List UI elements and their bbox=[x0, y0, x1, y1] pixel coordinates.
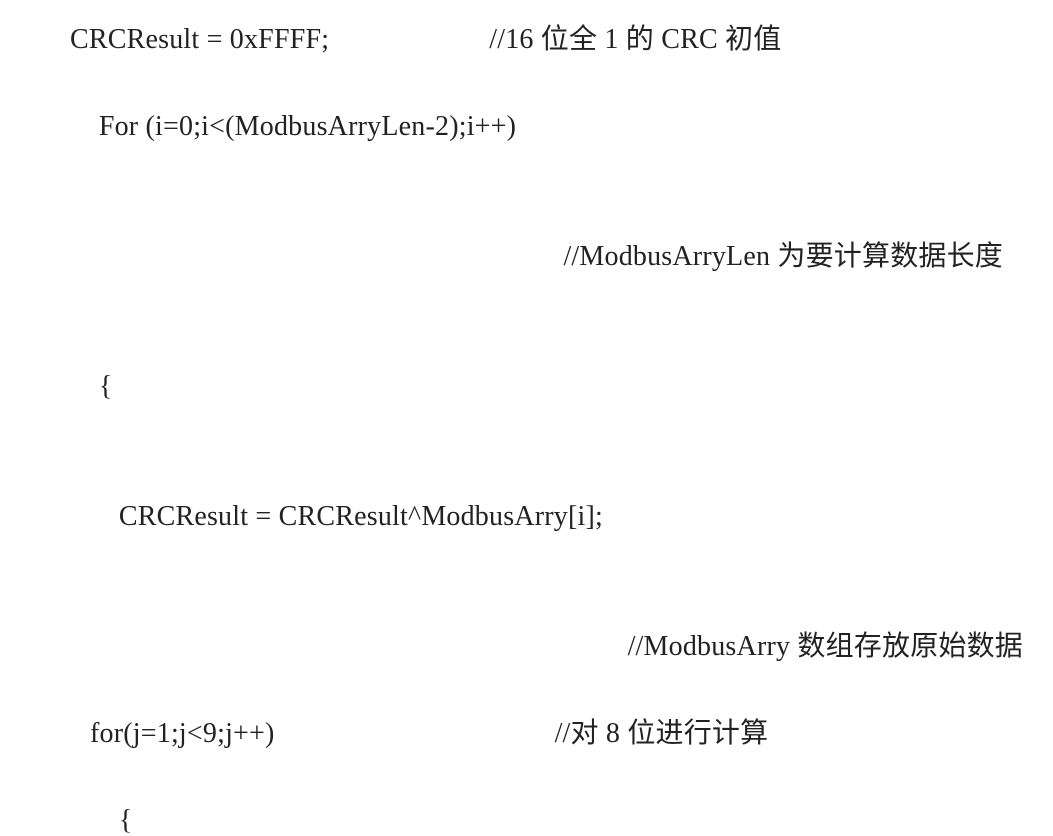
code-line-5: CRCResult = CRCResult^ModbusArry[i]; bbox=[10, 452, 1043, 582]
code-text: For (i=0;i<(ModbusArryLen-2);i++) bbox=[99, 111, 516, 142]
code-line-4: { bbox=[10, 322, 1043, 452]
code-line-2: For (i=0;i<(ModbusArryLen-2);i++) bbox=[10, 61, 1043, 191]
code-text: for(j=1;j<9;j++) bbox=[90, 712, 275, 755]
code-line-6: //ModbusArry 数组存放原始数据 bbox=[10, 582, 1043, 712]
code-line-3: //ModbusArryLen 为要计算数据长度 bbox=[10, 192, 1043, 322]
code-line-7: for(j=1;j<9;j++) //对 8 位进行计算 bbox=[10, 712, 1043, 755]
code-text: CRCResult = CRCResult^ModbusArry[i]; bbox=[119, 501, 603, 532]
code-text: CRCResult = 0xFFFF; bbox=[70, 18, 329, 61]
code-page: CRCResult = 0xFFFF; //16 位全 1 的 CRC 初值 F… bbox=[0, 0, 1053, 836]
code-comment: //16 位全 1 的 CRC 初值 bbox=[489, 18, 791, 61]
code-comment: //ModbusArryLen 为要计算数据长度 bbox=[563, 235, 1003, 278]
code-line-1: CRCResult = 0xFFFF; //16 位全 1 的 CRC 初值 bbox=[10, 18, 1043, 61]
code-text: { bbox=[99, 371, 113, 402]
code-comment: //ModbusArry 数组存放原始数据 bbox=[628, 625, 1023, 668]
code-comment: //对 8 位进行计算 bbox=[555, 712, 779, 755]
code-text: { bbox=[119, 805, 133, 836]
code-line-8: { bbox=[10, 756, 1043, 836]
